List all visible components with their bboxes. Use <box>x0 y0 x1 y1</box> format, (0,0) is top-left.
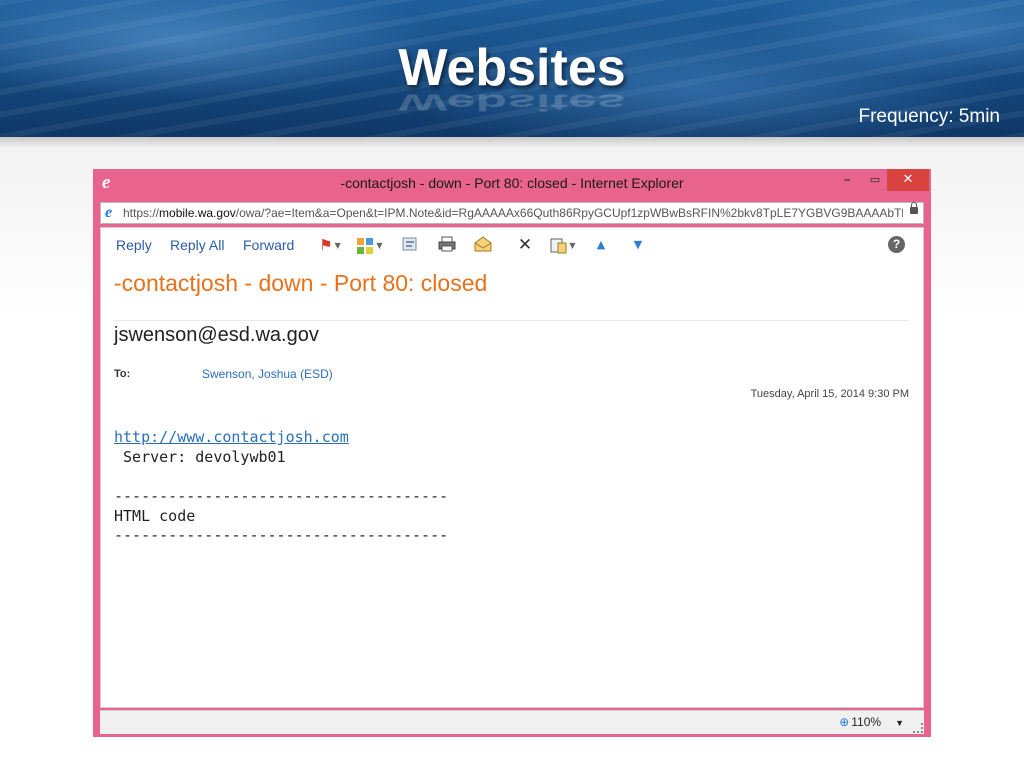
reply-all-button[interactable]: Reply All <box>170 237 224 253</box>
address-path: /owa/?ae=Item&a=Open&t=IPM.Note&id=RgAAA… <box>235 206 903 220</box>
window-title: -contactjosh - down - Port 80: closed - … <box>340 175 684 191</box>
flag-dropdown-icon: ▼ <box>334 240 341 250</box>
frequency-label: Frequency: 5min <box>858 106 1000 127</box>
lock-icon[interactable] <box>910 202 918 214</box>
zoom-icon: ⊕ <box>839 715 850 729</box>
separator-bottom: ------------------------------------- <box>114 526 449 544</box>
categories-icon[interactable]: ▼ <box>356 236 384 254</box>
header-divider <box>114 320 909 321</box>
address-host: mobile.wa.gov <box>159 206 236 220</box>
move-dropdown-icon: ▼ <box>569 240 576 250</box>
categories-dropdown-icon: ▼ <box>376 240 383 250</box>
help-icon[interactable]: ? <box>888 236 905 253</box>
body-link[interactable]: http://www.contactjosh.com <box>114 428 349 446</box>
to-label: To: <box>114 368 131 380</box>
minimize-button[interactable]: – <box>833 171 861 191</box>
address-prefix: https:// <box>123 206 160 220</box>
move-icon[interactable] <box>400 236 422 254</box>
browser-window: e -contactjosh - down - Port 80: closed … <box>93 169 931 737</box>
to-recipient[interactable]: Swenson, Joshua (ESD) <box>202 367 333 381</box>
delete-icon[interactable]: ✕ <box>515 236 535 254</box>
reply-button[interactable]: Reply <box>116 237 152 253</box>
email-sender[interactable]: jswenson@esd.wa.gov <box>114 324 319 347</box>
sent-timestamp: Tuesday, April 15, 2014 9:30 PM <box>750 388 909 400</box>
address-text[interactable]: https://mobile.wa.gov/owa/?ae=Item&a=Ope… <box>123 206 903 220</box>
maximize-button[interactable]: ▭ <box>861 171 889 191</box>
separator-top: ------------------------------------- <box>114 487 449 505</box>
slide-title: Websites <box>398 39 626 97</box>
close-button[interactable]: ✕ <box>887 169 929 191</box>
page-icon: e <box>105 204 113 221</box>
print-icon[interactable] <box>436 236 458 254</box>
flag-icon[interactable]: ⚑ ▼ <box>317 236 343 254</box>
mark-unread-icon[interactable] <box>472 236 494 254</box>
zoom-control[interactable]: ⊕ 110% ▼ <box>839 715 904 729</box>
resize-grip-icon[interactable] <box>913 723 923 733</box>
zoom-level: 110% <box>851 715 882 729</box>
page-content: Reply Reply All Forward ⚑ ▼ ▼ ✕ ▼ ▲ ▼ ? … <box>100 227 924 708</box>
email-subject: -contactjosh - down - Port 80: closed <box>114 270 488 296</box>
html-code-label: HTML code <box>114 507 196 525</box>
previous-item-icon[interactable]: ▲ <box>591 236 611 254</box>
message-toolbar: Reply Reply All Forward ⚑ ▼ ▼ ✕ ▼ ▲ ▼ ? <box>101 228 923 262</box>
forward-button[interactable]: Forward <box>243 237 294 253</box>
server-line: Server: devolywb01 <box>114 448 286 466</box>
status-bar: ⊕ 110% ▼ <box>100 710 924 734</box>
zoom-dropdown-icon[interactable]: ▼ <box>895 718 904 728</box>
title-bar: e -contactjosh - down - Port 80: closed … <box>93 169 931 197</box>
banner-divider <box>0 137 1024 147</box>
address-bar[interactable]: e https://mobile.wa.gov/owa/?ae=Item&a=O… <box>100 202 924 224</box>
next-item-icon[interactable]: ▼ <box>628 236 648 254</box>
move-to-folder-icon[interactable]: ▼ <box>548 236 578 254</box>
